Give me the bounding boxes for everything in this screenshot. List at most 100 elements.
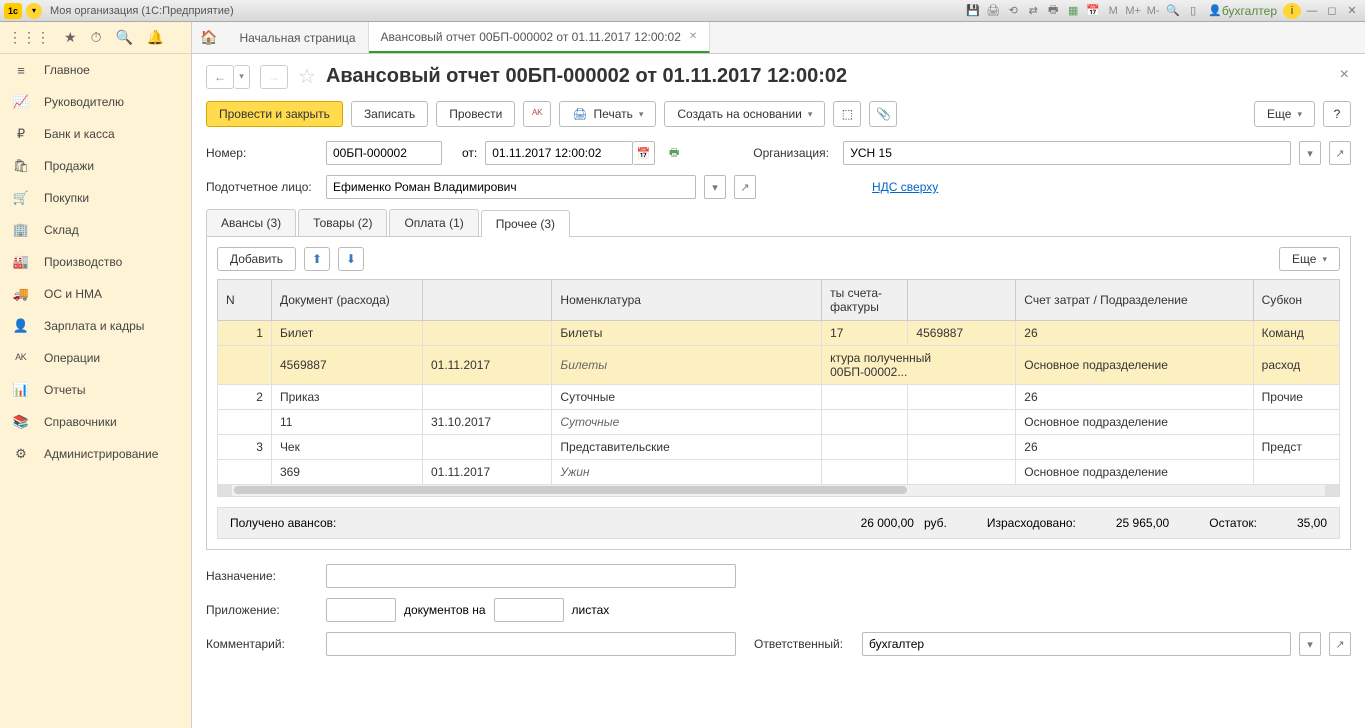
grid-cell[interactable]: 3 [218,435,272,460]
grid-cell[interactable]: Прочие [1253,385,1339,410]
zoom-icon[interactable]: 🔍 [1164,3,1182,19]
grid-cell[interactable]: 26 [1016,435,1253,460]
sidebar-item-9[interactable]: ᴬᴷОперации [0,342,191,374]
m-minus-icon[interactable]: M- [1144,3,1162,19]
print-button[interactable]: 🖨Печать▾ [559,101,656,127]
person-dropdown-icon[interactable]: ▾ [704,175,726,199]
grid-cell[interactable]: 1 [218,321,272,346]
sidebar-item-0[interactable]: ≡Главное [0,54,191,86]
attach-sheets-input[interactable] [494,598,564,622]
grid-cell[interactable]: Команд [1253,321,1339,346]
save-icon[interactable]: 💾 [964,3,982,19]
grid-cell[interactable]: Суточные [552,385,822,410]
sidebar-item-5[interactable]: 🏢Склад [0,214,191,246]
org-dropdown-icon[interactable]: ▾ [1299,141,1321,165]
more-button[interactable]: Еще▾ [1254,101,1315,127]
number-input[interactable] [326,141,442,165]
calendar-picker-icon[interactable]: 📅 [633,141,655,165]
date-input[interactable] [485,141,633,165]
grid-cell[interactable]: 26 [1016,321,1253,346]
grid-cell[interactable]: Билет [271,321,422,346]
close-icon[interactable]: ✕ [1343,3,1361,19]
home-icon[interactable]: 🏠 [200,29,217,46]
tab-more-button[interactable]: Еще▾ [1279,247,1340,271]
grid-cell[interactable]: 26 [1016,385,1253,410]
refresh-icon[interactable]: ⟲ [1004,3,1022,19]
nav-back-dropdown[interactable]: ▾ [234,65,250,89]
grid-cell[interactable] [422,435,551,460]
sidebar-item-4[interactable]: 🛒Покупки [0,182,191,214]
panel-icon[interactable]: ▯ [1184,3,1202,19]
grid-header[interactable]: Субкон [1253,280,1339,321]
grid-cell[interactable] [422,385,551,410]
grid-cell[interactable]: Суточные [552,410,822,435]
grid-cell[interactable]: 01.11.2017 [422,346,551,385]
grid-cell[interactable]: 4569887 [908,321,1016,346]
grid-cell[interactable] [822,410,908,435]
grid-cell[interactable]: Ужин [552,460,822,485]
grid-cell[interactable] [908,385,1016,410]
help-button[interactable]: ? [1323,101,1351,127]
star-icon[interactable]: ★ [64,29,77,46]
tab-document[interactable]: Авансовый отчет 00БП-000002 от 01.11.201… [369,22,711,53]
grid-cell[interactable] [822,385,908,410]
history-icon[interactable]: ⏱ [91,29,102,46]
minimize-icon[interactable]: — [1303,3,1321,19]
print-icon[interactable]: 🖨 [984,3,1002,19]
horizontal-scrollbar[interactable] [217,485,1340,497]
comment-input[interactable] [326,632,736,656]
m-plus-icon[interactable]: M+ [1124,3,1142,19]
doc-close-icon[interactable]: × [1340,66,1349,84]
org-open-icon[interactable]: ↗ [1329,141,1351,165]
nav-fwd-button[interactable]: → [260,65,288,89]
tab-goods[interactable]: Товары (2) [298,209,387,236]
grid-cell[interactable] [218,410,272,435]
grid-cell[interactable]: Основное подразделение [1016,346,1253,385]
grid-cell[interactable]: 31.10.2017 [422,410,551,435]
grid-cell[interactable] [1253,410,1339,435]
grid-cell[interactable] [822,435,908,460]
vat-link[interactable]: НДС сверху [872,180,938,194]
grid-cell[interactable] [218,460,272,485]
sidebar-item-6[interactable]: 🏭Производство [0,246,191,278]
grid-cell[interactable]: Чек [271,435,422,460]
tab-payment[interactable]: Оплата (1) [389,209,478,236]
resp-open-icon[interactable]: ↗ [1329,632,1351,656]
m-icon[interactable]: M [1104,3,1122,19]
dt-kt-button[interactable]: ᴬᴷ [523,101,551,127]
grid-cell[interactable]: 17 [822,321,908,346]
sidebar-item-11[interactable]: 📚Справочники [0,406,191,438]
tab-home[interactable]: Начальная страница [227,22,368,53]
table-row[interactable]: 3ЧекПредставительские26Предст [218,435,1340,460]
attach-docs-input[interactable] [326,598,396,622]
printer-icon[interactable]: 🖶 [1044,3,1062,19]
grid-cell[interactable]: Основное подразделение [1016,410,1253,435]
write-button[interactable]: Записать [351,101,428,127]
grid-cell[interactable] [908,435,1016,460]
grid-cell[interactable]: 369 [271,460,422,485]
tab-advances[interactable]: Авансы (3) [206,209,296,236]
grid-cell[interactable]: 01.11.2017 [422,460,551,485]
grid-header[interactable] [422,280,551,321]
grid-cell[interactable]: 11 [271,410,422,435]
info-icon[interactable]: i [1283,3,1301,19]
grid-header[interactable]: Документ (расхода) [271,280,422,321]
sidebar-item-8[interactable]: 👤Зарплата и кадры [0,310,191,342]
grid-cell[interactable]: 4569887 [271,346,422,385]
grid-cell[interactable]: расход [1253,346,1339,385]
user-icon[interactable]: 👤бухгалтер [1204,3,1281,19]
grid-cell[interactable]: Представительские [552,435,822,460]
sidebar-item-1[interactable]: 📈Руководителю [0,86,191,118]
purpose-input[interactable] [326,564,736,588]
calc-icon[interactable]: ▦ [1064,3,1082,19]
move-down-button[interactable]: ⬇ [338,247,364,271]
compare-icon[interactable]: ⇄ [1024,3,1042,19]
grid-header[interactable]: ты счета-фактуры [822,280,908,321]
grid-cell[interactable] [908,460,1016,485]
sidebar-item-7[interactable]: 🚚ОС и НМА [0,278,191,310]
resp-dropdown-icon[interactable]: ▾ [1299,632,1321,656]
create-based-button[interactable]: Создать на основании▾ [664,101,825,127]
structure-button[interactable]: ⬚ [833,101,861,127]
table-row[interactable]: 1131.10.2017Суточные Основное подразделен… [218,410,1340,435]
data-grid[interactable]: NДокумент (расхода)Номенклатураты счета-… [217,279,1340,485]
